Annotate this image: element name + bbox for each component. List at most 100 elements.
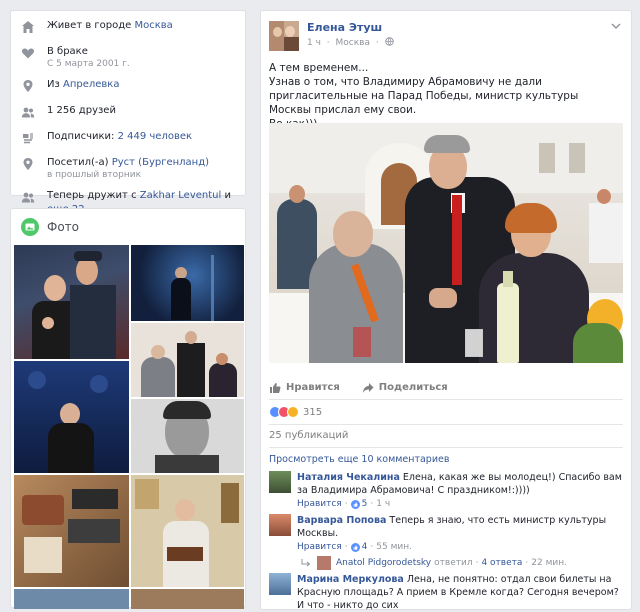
like-label: Нравится: [286, 382, 340, 393]
comment-like-link[interactable]: Нравится: [297, 542, 342, 552]
post-line: Узнав о том, что Владимиру Абрамовичу не…: [269, 76, 579, 116]
photo-thumbnail[interactable]: [14, 361, 129, 473]
commenter-name[interactable]: Наталия Чекалина: [297, 472, 400, 483]
commenter-avatar[interactable]: [269, 471, 291, 493]
meta-separator: ·: [370, 499, 374, 509]
visited-label: Посетил(-а): [47, 157, 112, 168]
comment-likes-count[interactable]: 5: [362, 499, 368, 509]
post-line: А тем временем...: [269, 62, 369, 74]
replier-avatar: [317, 556, 331, 570]
info-friends[interactable]: 1 256 друзей: [11, 102, 245, 122]
replies-summary[interactable]: Anatol Pidgorodetsky ответил · 4 ответа …: [301, 556, 567, 570]
shares-count[interactable]: 25 публикаций: [269, 430, 348, 441]
comment-meta: Нравится · 5 · 1 ч: [297, 499, 623, 509]
meta-separator: ·: [344, 499, 348, 509]
friends-icon: [21, 192, 35, 203]
post-author[interactable]: Елена Этуш: [307, 21, 394, 34]
heart-icon: [21, 48, 35, 59]
post-header: Елена Этуш 1 ч · Москва ·: [261, 11, 631, 55]
new-friends-label: Теперь дружит с: [47, 190, 140, 201]
photo-thumbnail[interactable]: [131, 245, 244, 321]
comment-time[interactable]: 1 ч: [376, 499, 390, 509]
author-avatar[interactable]: [269, 21, 299, 51]
replier-name[interactable]: Anatol Pidgorodetsky: [336, 558, 431, 568]
post-meta: 1 ч · Москва ·: [307, 37, 394, 48]
meta-separator: ·: [344, 542, 348, 552]
house-icon: [22, 21, 34, 33]
post-location[interactable]: Москва: [336, 38, 370, 48]
hometown-link[interactable]: Апрелевка: [63, 79, 119, 90]
globe-icon[interactable]: [384, 37, 394, 46]
info-city: Живет в городе Москва: [11, 17, 245, 37]
replies-count[interactable]: 4 ответа: [481, 558, 522, 568]
post-text: А тем временем... Узнав о том, что Влади…: [261, 55, 631, 131]
share-button[interactable]: Поделиться: [362, 376, 448, 399]
comment: Варвара Попова Теперь я знаю, что есть м…: [269, 514, 623, 552]
meta-separator: ·: [475, 558, 479, 568]
photo-thumbnail[interactable]: [131, 323, 244, 397]
friends-count: 1 256 друзей: [47, 105, 116, 116]
info-marital: В браке С 5 марта 2001 г.: [11, 43, 245, 70]
new-friends-and: и: [221, 190, 231, 201]
photo-thumbnail[interactable]: [131, 589, 244, 609]
post-time[interactable]: 1 ч: [307, 38, 321, 48]
followers-label: Подписчики:: [47, 131, 118, 142]
like-button[interactable]: Нравится: [269, 376, 340, 399]
comment-time[interactable]: 55 мин.: [376, 542, 412, 552]
friends-icon: [21, 107, 35, 118]
photo-thumbnail[interactable]: [131, 399, 244, 473]
comment: Наталия Чекалина Елена, какая же вы моло…: [269, 471, 623, 509]
photos-card: Фото: [10, 208, 246, 609]
like-reaction-icon: [350, 499, 360, 509]
marital-since: С 5 марта 2001 г.: [47, 59, 130, 69]
photos-icon: [21, 218, 39, 236]
share-label: Поделиться: [378, 382, 448, 393]
info-from: Из Апрелевка: [11, 76, 245, 96]
reply-time: 22 мин.: [531, 558, 567, 568]
reactions-summary[interactable]: 315: [269, 401, 322, 423]
comment-meta: Нравится · 4 · 55 мин.: [297, 542, 623, 552]
reactions-count: 315: [303, 406, 323, 418]
followers-link[interactable]: 2 449 человек: [118, 131, 192, 142]
info-from-label: Из: [47, 79, 63, 90]
location-pin-icon: [23, 80, 33, 92]
photo-thumbnail[interactable]: [14, 245, 129, 359]
reply-action: ответил: [434, 558, 473, 568]
info-city-label: Живет в городе: [47, 20, 135, 31]
photos-header[interactable]: Фото: [11, 209, 245, 245]
visited-place-link[interactable]: Руст (Бургенланд): [112, 157, 209, 168]
post-card: Елена Этуш 1 ч · Москва · А тем временем…: [260, 10, 632, 611]
like-reaction-icon: [350, 542, 360, 552]
meta-separator: ·: [370, 542, 374, 552]
divider: [269, 424, 623, 425]
commenter-avatar[interactable]: [269, 573, 291, 595]
meta-separator: ·: [525, 558, 529, 568]
new-friend-link[interactable]: Zakhar Leventul: [140, 190, 222, 201]
comment-like-link[interactable]: Нравится: [297, 499, 342, 509]
intro-card: Живет в городе Москва В браке С 5 марта …: [10, 10, 246, 215]
view-more-comments-link[interactable]: Просмотреть еще 10 комментариев: [269, 454, 449, 465]
post-photo[interactable]: [269, 123, 623, 363]
followers-icon: [23, 133, 33, 144]
visited-when: в прошлый вторник: [47, 170, 142, 180]
photo-thumbnail[interactable]: [14, 475, 129, 587]
haha-reaction-icon: [287, 406, 299, 418]
info-visited: Посетил(-а) Руст (Бургенланд) в прошлый …: [11, 154, 245, 181]
post-actions: Нравится Поделиться: [269, 376, 623, 400]
info-followers: Подписчики: 2 449 человек: [11, 128, 245, 148]
commenter-name[interactable]: Марина Меркулова: [297, 574, 404, 585]
chevron-down-icon[interactable]: [611, 23, 621, 29]
reply-arrow-icon: [301, 559, 311, 567]
commenter-name[interactable]: Варвара Попова: [297, 515, 386, 526]
photo-thumbnail[interactable]: [131, 475, 244, 587]
photos-title[interactable]: Фото: [47, 220, 79, 234]
share-arrow-icon: [362, 382, 374, 393]
commenter-avatar[interactable]: [269, 514, 291, 536]
photo-thumbnail[interactable]: [14, 589, 129, 609]
city-link[interactable]: Москва: [134, 20, 172, 31]
comment-likes-count[interactable]: 4: [362, 542, 368, 552]
checkin-pin-icon: [23, 158, 33, 170]
meta-separator: ·: [375, 38, 379, 48]
meta-separator: ·: [326, 38, 330, 48]
marital-status: В браке: [47, 46, 88, 57]
